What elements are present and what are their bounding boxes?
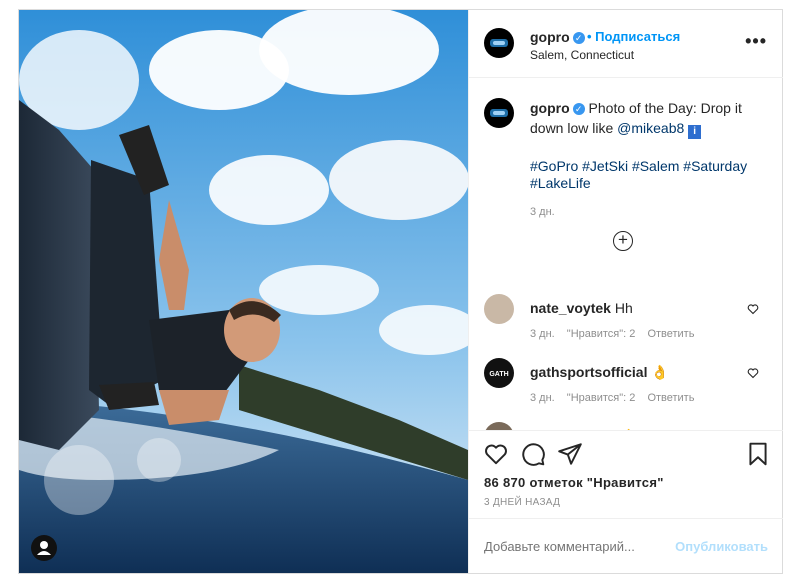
verified-badge-icon: ✓ — [572, 32, 585, 44]
commenter-avatar[interactable]: GATH — [484, 358, 514, 388]
comment-body: gathsportsofficial 👌 — [530, 364, 669, 381]
comment-text: 👌 — [651, 364, 669, 380]
comment-body: nate_voytek Hh — [530, 300, 633, 316]
post-actions: 86 870 отметок "Нравится" 3 ДНЕЙ НАЗАД — [469, 430, 783, 531]
tagged-user-icon[interactable] — [31, 535, 57, 561]
follow-button[interactable]: • Подписаться — [587, 29, 680, 44]
bookmark-icon[interactable] — [745, 441, 771, 467]
post-header: gopro ✓ • Подписаться Salem, Connecticut … — [469, 10, 783, 78]
comment-time[interactable]: 3 дн. — [530, 328, 555, 340]
share-icon[interactable] — [557, 441, 583, 467]
location-link[interactable]: Salem, Connecticut — [530, 48, 634, 62]
comment-meta: 3 дн. "Нравится": 2 Ответить — [530, 328, 703, 340]
commenter-username[interactable]: gathsportsofficial — [530, 364, 647, 380]
comment-input[interactable] — [484, 539, 674, 554]
comment-time[interactable]: 3 дн. — [530, 392, 555, 404]
commenter-username[interactable]: nate_voytek — [530, 300, 611, 316]
caption: gopro ✓ Photo of the Day: Drop it down lo… — [530, 98, 750, 139]
reply-button[interactable]: Ответить — [647, 392, 694, 404]
info-emoji-icon: i — [688, 125, 702, 139]
hashtags[interactable]: #GoPro #JetSki #Salem #Saturday #LakeLif… — [530, 158, 750, 192]
svg-text:GATH: GATH — [489, 371, 508, 378]
commenter-avatar[interactable] — [484, 422, 514, 430]
publish-button[interactable]: Опубликовать — [675, 539, 768, 554]
comment-likes[interactable]: "Нравится": 2 — [567, 392, 636, 404]
comment-icon[interactable] — [520, 441, 546, 467]
caption-avatar[interactable] — [484, 98, 514, 128]
comment-composer: Опубликовать — [469, 518, 783, 574]
more-options-icon[interactable]: ••• — [745, 31, 767, 52]
comment-meta: 3 дн. "Нравится": 2 Ответить — [530, 392, 703, 404]
likes-count[interactable]: 86 870 отметок "Нравится" — [484, 475, 664, 490]
comment-item: nate_voytek Hh 3 дн. "Нравится": 2 Ответ… — [469, 294, 783, 354]
heart-icon[interactable] — [483, 441, 509, 467]
header-username[interactable]: gopro ✓ — [530, 29, 585, 45]
post-side-panel: gopro ✓ • Подписаться Salem, Connecticut … — [468, 10, 783, 573]
mention-link[interactable]: @mikeab8 — [617, 120, 684, 136]
comment-likes[interactable]: "Нравится": 2 — [567, 328, 636, 340]
reply-button[interactable]: Ответить — [647, 328, 694, 340]
comments-list[interactable]: gopro ✓ Photo of the Day: Drop it down lo… — [469, 78, 783, 430]
post-container: gopro ✓ • Подписаться Salem, Connecticut … — [18, 9, 783, 574]
caption-verified-icon: ✓ — [572, 103, 585, 115]
post-photo[interactable] — [19, 10, 468, 573]
load-more-comments-icon[interactable]: + — [613, 231, 633, 251]
caption-time[interactable]: 3 дн. — [530, 206, 555, 218]
comment-like-heart-icon[interactable] — [747, 303, 759, 315]
comment-like-heart-icon[interactable] — [747, 367, 759, 379]
caption-username[interactable]: gopro — [530, 100, 570, 116]
comment-item: GATH gathsportsofficial 👌 3 дн. "Нравитс… — [469, 358, 783, 418]
jetski-photo — [19, 10, 468, 573]
gopro-avatar[interactable] — [484, 28, 514, 58]
post-date[interactable]: 3 ДНЕЙ НАЗАД — [484, 497, 560, 508]
comment-item: ozgur_cocuk 👌 — [469, 422, 783, 430]
commenter-avatar[interactable] — [484, 294, 514, 324]
comment-text: Hh — [614, 300, 633, 316]
